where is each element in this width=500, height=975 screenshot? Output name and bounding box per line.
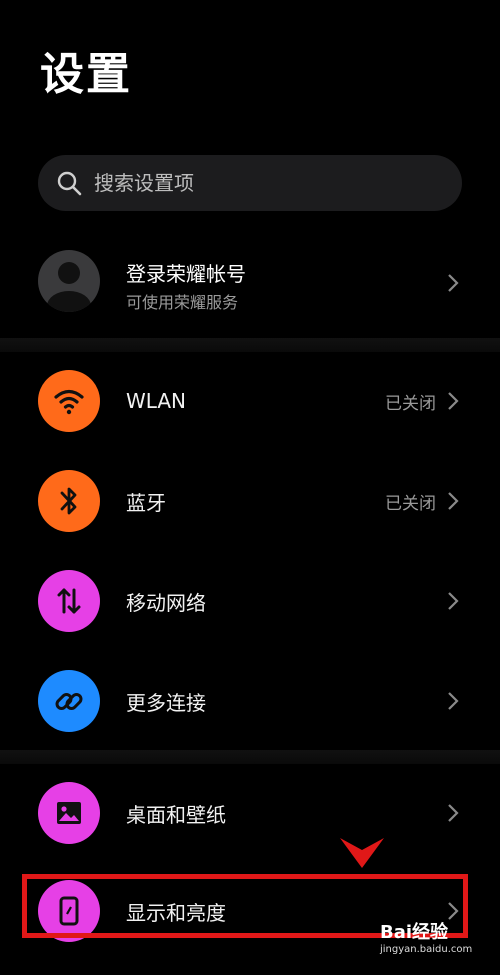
mobile-network-icon-badge: [38, 570, 100, 632]
user-icon: [47, 262, 91, 312]
settings-item-label: 蓝牙: [126, 490, 166, 515]
settings-item-label: WLAN: [126, 389, 187, 413]
settings-item-label: 移动网络: [126, 590, 206, 615]
watermark-brand: Bai经验: [380, 922, 449, 943]
section-divider: [0, 750, 500, 764]
account-name: 登录荣耀帐号: [126, 262, 246, 286]
watermark-url: jingyan.baidu.com: [380, 944, 473, 955]
avatar: [38, 250, 100, 312]
bluetooth-icon-badge: [38, 470, 100, 532]
settings-item-mobile-network[interactable]: 移动网络: [0, 556, 500, 646]
bluetooth-icon: [60, 487, 77, 515]
search-input[interactable]: [92, 170, 416, 196]
wallpaper-icon: [57, 802, 81, 824]
page-title: 设置: [40, 49, 132, 100]
status-text: 已关闭: [385, 393, 436, 414]
settings-item-more-connections[interactable]: 更多连接: [0, 656, 500, 746]
section-divider: [0, 338, 500, 352]
link-icon: [55, 693, 83, 710]
settings-item-wallpaper[interactable]: 桌面和壁纸: [0, 768, 500, 858]
more-connections-icon-badge: [38, 670, 100, 732]
mobile-data-icon: [57, 588, 81, 614]
wifi-icon: [54, 389, 84, 415]
wlan-icon-badge: [38, 370, 100, 432]
status-text: 已关闭: [385, 493, 436, 514]
chevron-right-icon: [448, 804, 459, 822]
account-subtitle: 可使用荣耀服务: [126, 293, 239, 312]
account-row[interactable]: [0, 236, 500, 326]
settings-item-wlan[interactable]: WLAN 已关闭: [0, 356, 500, 446]
chevron-right-icon: [448, 492, 459, 510]
chevron-right-icon: [448, 592, 459, 610]
chevron-right-icon: [448, 692, 459, 710]
search-bar[interactable]: [38, 155, 462, 211]
chevron-right-icon: [448, 392, 459, 410]
wallpaper-icon-badge: [38, 782, 100, 844]
down-arrow-annotation-icon: [340, 838, 384, 868]
search-icon: [57, 171, 82, 196]
settings-item-label: 桌面和壁纸: [126, 802, 226, 827]
settings-item-label: 更多连接: [126, 690, 206, 715]
chevron-right-icon: [448, 274, 459, 292]
watermark: Bai经验 jingyan.baidu.com: [380, 918, 472, 955]
settings-item-bluetooth[interactable]: 蓝牙 已关闭: [0, 456, 500, 546]
